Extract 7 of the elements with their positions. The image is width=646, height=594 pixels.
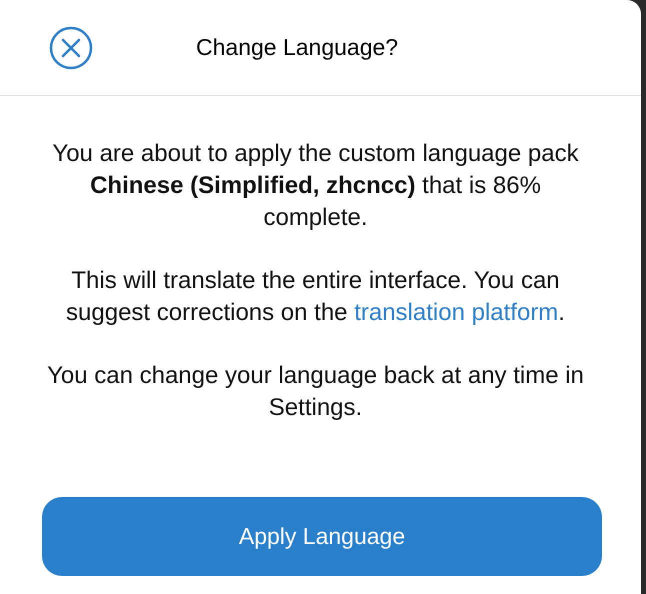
apply-language-button[interactable]: Apply Language <box>42 497 602 576</box>
dialog-title: Change Language? <box>196 33 398 62</box>
close-button[interactable] <box>49 26 93 70</box>
translation-platform-link[interactable]: translation platform <box>354 299 558 326</box>
message-paragraph: You can change your language back at any time in Settings. <box>46 361 585 423</box>
message-paragraph: This will translate the entire interface. You can suggest corrections on the translation platform. <box>65 266 566 328</box>
message-paragraph: You are about to apply the custom language pack Chinese (Simplified, zhcncc) that is 86% complete. <box>51 139 580 233</box>
